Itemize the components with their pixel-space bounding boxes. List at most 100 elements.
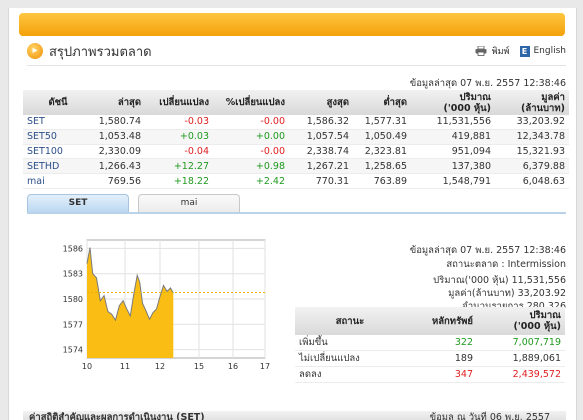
printer-icon	[475, 46, 487, 56]
market-summary-panel: ▸ สรุปภาพรวมตลาด พิมพ์ E English ข้อมูลล…	[8, 8, 577, 420]
page-title: สรุปภาพรวมตลาด	[49, 44, 152, 60]
high-value: 770.31	[289, 173, 353, 189]
status-label: ลดลง	[295, 366, 405, 383]
index-name: SETHD	[23, 158, 93, 175]
index-name: SET100	[23, 144, 93, 160]
value-value: 12,343.78	[495, 129, 569, 145]
column-header: เปลี่ยนแปลง	[145, 90, 213, 115]
securities-count: 189	[405, 350, 485, 367]
high-value: 2,338.74	[289, 144, 353, 160]
index-name: SET50	[23, 129, 93, 145]
table-row[interactable]: SET50 1,053.48 +0.03 +0.00 1,057.54 1,050.49 4…	[23, 129, 569, 145]
market-tabs: SET mai	[27, 194, 249, 212]
pct-change-value: +0.00	[213, 129, 289, 145]
low-value: 2,323.81	[353, 144, 411, 160]
y-tick-label: 1577	[63, 320, 83, 329]
status-label: ไม่เปลี่ยนแปลง	[295, 350, 405, 367]
column-header: %เปลี่ยนแปลง	[213, 90, 289, 115]
value-value: 15,321.93	[495, 144, 569, 160]
table-row[interactable]: SET100 2,330.09 -0.04 -0.00 2,338.74 2,323.81…	[23, 144, 569, 160]
x-tick-label: 12	[155, 362, 165, 371]
col-status: สถานะ	[295, 307, 405, 335]
high-value: 1,057.54	[289, 129, 353, 145]
table-row: ไม่เปลี่ยนแปลง 189 1,889,061	[295, 350, 565, 367]
top-links: พิมพ์ E English	[465, 44, 566, 58]
advance-decline-table: สถานะ หลักทรัพย์ ปริมาณ ('000 หุ้น) เพิ่ม…	[295, 307, 565, 383]
volume-value: 1,548,791	[411, 173, 495, 189]
statistics-bar: ค่าสถิติสำคัญและผลการดำเนินงาน (SET) ข้อ…	[23, 411, 566, 420]
index-name: mai	[23, 173, 93, 189]
change-value: +12.27	[145, 158, 213, 175]
x-tick-label: 16	[228, 362, 238, 371]
last-value: 1,053.48	[93, 129, 145, 145]
y-tick-label: 1580	[63, 295, 83, 304]
last-value: 1,580.74	[93, 115, 145, 130]
table-row[interactable]: SETHD 1,266.43 +12.27 +0.98 1,267.21 1,258.65…	[23, 158, 569, 175]
english-label: English	[533, 46, 567, 56]
table-row[interactable]: SET 1,580.74 -0.03 -0.00 1,586.32 1,577.31 11,…	[23, 115, 569, 130]
y-tick-label: 1574	[63, 346, 83, 355]
col-volume: ปริมาณ ('000 หุ้น)	[485, 307, 565, 335]
status-volume: 7,007,719	[485, 335, 565, 351]
y-tick-label: 1586	[63, 244, 83, 253]
table-row[interactable]: mai 769.56 +18.22 +2.42 770.31 763.89 1,548,79…	[23, 173, 569, 189]
column-header: ดัชนี	[23, 90, 93, 115]
column-header: ต่ำสุด	[353, 90, 411, 115]
header-bar	[19, 13, 565, 36]
column-header: มูลค่า (ล้านบาท)	[495, 90, 569, 115]
x-tick-label: 15	[194, 362, 204, 371]
summary-updated: ข้อมูลล่าสุด 07 พ.ย. 2557 12:38:46	[409, 245, 566, 256]
volume-value: 137,380	[411, 158, 495, 175]
y-tick-label: 1583	[63, 270, 83, 279]
status-volume: 1,889,061	[485, 350, 565, 367]
intraday-index-chart: 1574 1577 1580 1583 1586 10 11 12 15 16 17	[63, 239, 270, 371]
last-value: 1,266.43	[93, 158, 145, 175]
pct-change-value: +2.42	[213, 173, 289, 189]
tab-set[interactable]: SET	[27, 194, 129, 212]
change-value: -0.03	[145, 115, 213, 130]
x-tick-label: 17	[260, 362, 270, 371]
high-value: 1,586.32	[289, 115, 353, 130]
low-value: 1,050.49	[353, 129, 411, 145]
low-value: 1,258.65	[353, 158, 411, 175]
language-icon: E	[519, 45, 530, 57]
table-row: เพิ่มขึ้น 322 7,007,719	[295, 335, 565, 351]
section-title: ▸ สรุปภาพรวมตลาด	[27, 42, 152, 60]
pct-change-value: +0.98	[213, 158, 289, 175]
change-value: +0.03	[145, 129, 213, 145]
securities-count: 347	[405, 366, 485, 383]
change-value: +18.22	[145, 173, 213, 189]
print-label: พิมพ์	[491, 47, 510, 57]
volume-value: 951,094	[411, 144, 495, 160]
arrow-bullet-icon: ▸	[27, 43, 43, 59]
last-value: 2,330.09	[93, 144, 145, 160]
col-securities: หลักทรัพย์	[405, 307, 485, 335]
print-link[interactable]: พิมพ์	[475, 44, 510, 58]
x-tick-label: 10	[82, 362, 92, 371]
column-header: ล่าสุด	[93, 90, 145, 115]
tab-mai[interactable]: mai	[138, 194, 240, 212]
value-value: 6,048.63	[495, 173, 569, 189]
last-value: 769.56	[93, 173, 145, 189]
statistics-date: ข้อมูล ณ วันที่ 06 พ.ย. 2557	[429, 412, 550, 420]
market-status: สถานะตลาด : Intermission	[446, 259, 566, 270]
volume-value: 419,881	[411, 129, 495, 145]
column-header: ปริมาณ ('000 หุ้น)	[411, 90, 495, 115]
tabs-divider	[27, 212, 566, 214]
volume-value: 11,531,556	[411, 115, 495, 130]
change-value: -0.04	[145, 144, 213, 160]
securities-count: 322	[405, 335, 485, 351]
x-tick-label: 11	[120, 362, 130, 371]
low-value: 763.89	[353, 173, 411, 189]
index-table: ดัชนี ล่าสุด เปลี่ยนแปลง %เปลี่ยนแปลง สูงสุด…	[23, 90, 569, 189]
low-value: 1,577.31	[353, 115, 411, 130]
value-value: 6,379.88	[495, 158, 569, 175]
status-volume: 2,439,572	[485, 366, 565, 383]
english-link[interactable]: E English	[519, 45, 567, 57]
pct-change-value: -0.00	[213, 144, 289, 160]
value-value: 33,203.92	[495, 115, 569, 130]
status-label: เพิ่มขึ้น	[295, 335, 405, 351]
market-updated-time: ข้อมูลล่าสุด 07 พ.ย. 2557 12:38:46	[409, 78, 566, 89]
pct-change-value: -0.00	[213, 115, 289, 130]
high-value: 1,267.21	[289, 158, 353, 175]
